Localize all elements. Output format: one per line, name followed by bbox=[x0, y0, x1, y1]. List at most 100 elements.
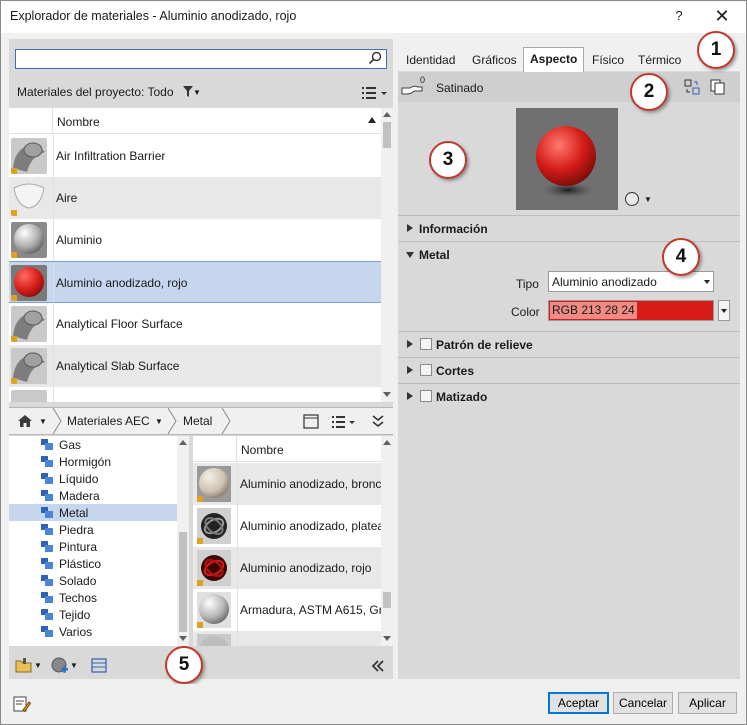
section-label: Cortes bbox=[436, 364, 475, 378]
breadcrumb-item-aec[interactable]: Materiales AEC bbox=[67, 414, 150, 428]
cancel-button[interactable]: Cancelar bbox=[613, 692, 673, 714]
filter-funnel-icon[interactable] bbox=[183, 86, 193, 97]
table-row[interactable]: Aluminio anodizado, bronc bbox=[193, 463, 381, 505]
home-icon[interactable] bbox=[17, 414, 33, 428]
color-options-button[interactable] bbox=[718, 300, 730, 321]
tree-scrollbar[interactable] bbox=[177, 436, 189, 646]
chevron-down-icon bbox=[721, 309, 727, 313]
table-row[interactable]: Aluminio anodizado, platea bbox=[193, 505, 381, 547]
tree-item-plastico[interactable]: Plástico bbox=[9, 555, 177, 572]
breadcrumb-item-metal[interactable]: Metal bbox=[183, 414, 212, 428]
chevron-down-icon[interactable]: ▼ bbox=[70, 661, 78, 670]
search-icon[interactable] bbox=[368, 51, 382, 65]
table-row[interactable]: Analytical Floor Surface bbox=[9, 303, 381, 345]
table-row-selected[interactable]: Aluminio anodizado, rojo bbox=[9, 261, 381, 304]
preview-shape-icon[interactable] bbox=[624, 191, 640, 207]
duplicate-asset-icon[interactable] bbox=[710, 79, 726, 95]
help-button[interactable]: ? bbox=[669, 6, 689, 26]
table-row[interactable]: Analytical Slab Surface bbox=[9, 345, 381, 387]
chevron-down-icon[interactable]: ▼ bbox=[39, 417, 47, 426]
table-row[interactable]: Aluminio anodizado, rojo bbox=[193, 547, 381, 589]
apply-button[interactable]: Aplicar bbox=[678, 692, 737, 714]
row-divider bbox=[237, 547, 238, 589]
table-row[interactable] bbox=[193, 631, 381, 646]
scroll-down-arrow-icon[interactable] bbox=[179, 636, 187, 641]
library-folder-icon[interactable] bbox=[15, 658, 33, 674]
list-view-icon[interactable] bbox=[331, 414, 357, 429]
color-swatch[interactable]: RGB 213 28 24 bbox=[548, 300, 714, 321]
scrollbar-thumb[interactable] bbox=[383, 122, 391, 148]
table-row[interactable]: Aluminio bbox=[9, 219, 381, 261]
panel-toggle-icon[interactable] bbox=[303, 414, 319, 429]
tree-item-liquido[interactable]: Líquido bbox=[9, 470, 177, 487]
close-button[interactable]: ✕ bbox=[709, 5, 735, 27]
tree-item-varios[interactable]: Varios bbox=[9, 623, 177, 640]
search-input[interactable] bbox=[18, 50, 358, 68]
tree-item-techos[interactable]: Techos bbox=[9, 589, 177, 606]
section-cuts[interactable]: Cortes bbox=[398, 359, 740, 383]
search-box[interactable] bbox=[15, 49, 387, 69]
edit-notes-icon[interactable] bbox=[13, 695, 31, 713]
cuts-checkbox[interactable] bbox=[420, 364, 432, 376]
chevron-down-icon[interactable]: ▼ bbox=[644, 195, 652, 204]
tab-appearance[interactable]: Aspecto bbox=[523, 47, 585, 72]
project-list-scrollbar[interactable] bbox=[381, 108, 393, 402]
replace-asset-icon[interactable] bbox=[684, 79, 700, 95]
table-row[interactable]: Aire bbox=[9, 177, 381, 219]
name-column-header[interactable]: Nombre bbox=[241, 443, 284, 457]
collapse-arrow-icon[interactable] bbox=[406, 252, 414, 258]
expand-arrow-icon[interactable] bbox=[407, 392, 413, 400]
table-row[interactable]: Armadura, ASTM A615, Gra bbox=[193, 589, 381, 631]
section-divider bbox=[398, 215, 740, 216]
callout-3: 3 bbox=[429, 141, 467, 179]
tree-item-solado[interactable]: Solado bbox=[9, 572, 177, 589]
scrollbar-thumb[interactable] bbox=[383, 592, 391, 608]
ok-button[interactable]: Aceptar bbox=[548, 692, 609, 714]
create-material-icon[interactable] bbox=[51, 657, 69, 675]
color-label: Color bbox=[511, 305, 540, 319]
tree-item-madera[interactable]: Madera bbox=[9, 487, 177, 504]
asset-editor-icon[interactable] bbox=[91, 658, 107, 673]
tab-graphics[interactable]: Gráficos bbox=[466, 50, 523, 71]
library-list-scrollbar[interactable] bbox=[381, 436, 393, 646]
expand-arrow-icon[interactable] bbox=[407, 366, 413, 374]
tree-item-metal[interactable]: Metal bbox=[9, 504, 177, 521]
scrollbar-thumb[interactable] bbox=[179, 532, 187, 632]
scroll-up-arrow-icon[interactable] bbox=[383, 440, 391, 445]
table-row[interactable] bbox=[9, 387, 381, 402]
scroll-down-arrow-icon[interactable] bbox=[383, 392, 391, 397]
scroll-up-arrow-icon[interactable] bbox=[383, 112, 391, 117]
tree-item-hormigon[interactable]: Hormigón bbox=[9, 453, 177, 470]
chevron-down-icon[interactable]: ▼ bbox=[34, 661, 42, 670]
breadcrumb-separator-icon bbox=[167, 408, 177, 434]
tint-checkbox[interactable] bbox=[420, 390, 432, 402]
name-column-header[interactable]: Nombre bbox=[57, 115, 100, 129]
chevron-down-icon[interactable]: ▼ bbox=[155, 417, 163, 426]
tab-identity[interactable]: Identidad bbox=[400, 50, 461, 71]
list-view-icon[interactable] bbox=[361, 85, 389, 101]
material-name: Air Infiltration Barrier bbox=[56, 149, 166, 163]
tree-item-tejido[interactable]: Tejido bbox=[9, 606, 177, 623]
category-folder-icon bbox=[41, 575, 53, 586]
category-folder-icon bbox=[41, 609, 53, 620]
section-information[interactable]: Información bbox=[398, 217, 740, 241]
expand-arrow-icon[interactable] bbox=[407, 224, 413, 232]
scroll-down-arrow-icon[interactable] bbox=[383, 636, 391, 641]
tab-physical[interactable]: Físico bbox=[586, 50, 630, 71]
tree-item-piedra[interactable]: Piedra bbox=[9, 521, 177, 538]
expand-arrow-icon[interactable] bbox=[407, 340, 413, 348]
tree-item-gas[interactable]: Gas bbox=[9, 436, 177, 453]
relief-pattern-checkbox[interactable] bbox=[420, 338, 432, 350]
double-chevron-down-icon[interactable] bbox=[371, 414, 385, 429]
callout-1: 1 bbox=[697, 31, 735, 69]
table-row[interactable]: Air Infiltration Barrier bbox=[9, 135, 381, 177]
tab-thermal[interactable]: Térmico bbox=[632, 50, 687, 71]
section-tint[interactable]: Matizado bbox=[398, 385, 740, 409]
scroll-up-arrow-icon[interactable] bbox=[179, 440, 187, 445]
tree-item-label: Piedra bbox=[59, 523, 94, 537]
collapse-panel-icon[interactable] bbox=[371, 660, 385, 672]
tree-item-pintura[interactable]: Pintura bbox=[9, 538, 177, 555]
chevron-down-icon[interactable]: ▼ bbox=[193, 88, 201, 97]
tree-item-label: Solado bbox=[59, 574, 97, 588]
section-relief-pattern[interactable]: Patrón de relieve bbox=[398, 333, 740, 357]
